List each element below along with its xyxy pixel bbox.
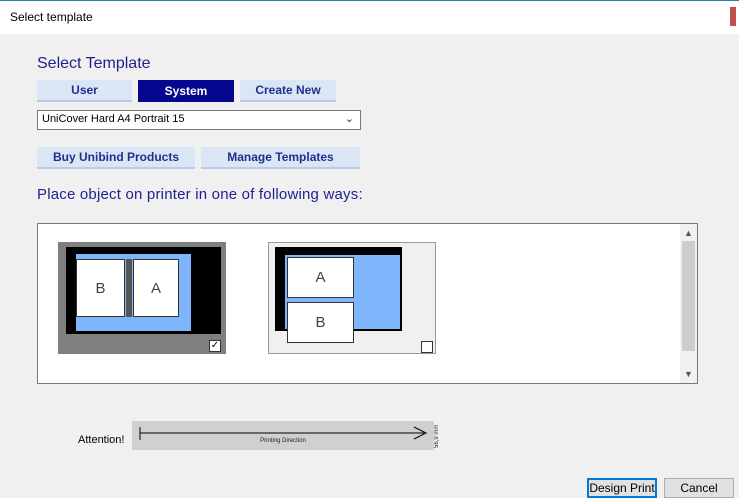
page-title: Select Template — [37, 55, 151, 72]
template-select[interactable]: UniCover Hard A4 Portrait 15 ⌄ — [37, 110, 361, 130]
manage-templates-button[interactable]: Manage Templates — [201, 147, 360, 169]
vertical-scrollbar[interactable]: ▲ ▼ — [680, 224, 697, 383]
tab-create-new[interactable]: Create New — [240, 80, 336, 102]
chevron-down-icon[interactable]: ⌄ — [345, 112, 354, 125]
page-a: A — [287, 257, 354, 298]
buy-unibind-products-button[interactable]: Buy Unibind Products — [37, 147, 195, 169]
placement-instruction: Place object on printer in one of follow… — [37, 186, 363, 203]
design-print-button[interactable]: Design Print — [587, 478, 657, 498]
direction-arrow-icon — [139, 426, 428, 440]
printing-direction-indicator: Printing Direction — [132, 421, 434, 450]
spine — [126, 259, 132, 317]
window-title: Select template — [10, 10, 93, 24]
attention-label: Attention! — [78, 434, 125, 446]
size-label: 56,9 mm — [434, 424, 440, 448]
scroll-up-icon[interactable]: ▲ — [680, 225, 697, 241]
printing-direction-label: Printing Direction — [260, 438, 306, 444]
placement-options-panel: B A ✓ A B ▲ ▼ — [37, 223, 698, 384]
placement-option-2[interactable]: A B — [268, 242, 436, 354]
template-select-value: UniCover Hard A4 Portrait 15 — [42, 113, 185, 125]
title-bar: Select template — [0, 0, 739, 34]
scroll-thumb[interactable] — [682, 241, 695, 351]
cancel-button[interactable]: Cancel — [664, 478, 734, 498]
page-b: B — [287, 302, 354, 343]
close-icon[interactable] — [730, 7, 736, 26]
option-2-checkbox[interactable] — [421, 341, 433, 353]
scroll-down-icon[interactable]: ▼ — [680, 366, 697, 382]
option-1-checkbox[interactable]: ✓ — [209, 340, 221, 352]
tab-system[interactable]: System — [138, 80, 234, 102]
placement-option-1[interactable]: B A ✓ — [58, 242, 226, 354]
tab-user[interactable]: User — [37, 80, 132, 102]
page-a: A — [133, 259, 179, 317]
page-b: B — [76, 259, 125, 317]
